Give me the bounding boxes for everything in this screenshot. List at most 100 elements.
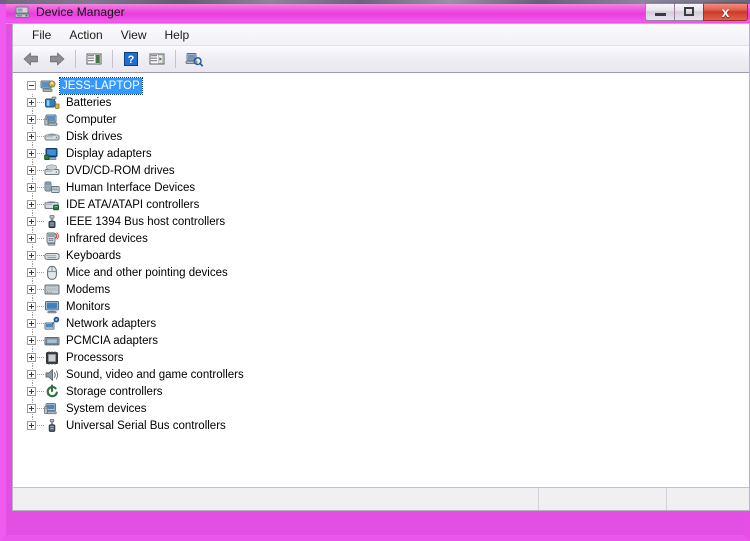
expander-expand-icon[interactable] [27, 251, 36, 260]
expander-collapse-icon[interactable] [27, 81, 36, 90]
forward-button[interactable] [45, 48, 69, 70]
tree-item-label: Modems [66, 283, 111, 296]
minimize-button[interactable] [645, 2, 674, 21]
infrared-icon [46, 231, 59, 246]
expander-expand-icon[interactable] [27, 353, 36, 362]
close-button[interactable]: x [703, 2, 748, 21]
device-tree-panel[interactable]: JESS-LAPTOP Batteries Computer Disk drives D… [13, 72, 749, 487]
tree-item-sound-video-and-game-controllers[interactable]: Sound, video and game controllers [13, 366, 749, 383]
tree-item-label: Disk drives [66, 130, 123, 143]
maximize-icon [684, 7, 694, 16]
expander-expand-icon[interactable] [27, 302, 36, 311]
client-area: File Action View Help ? JESS-LAPTOP Batt… [12, 24, 750, 511]
scan-hardware-button[interactable] [182, 48, 206, 70]
tree-item-label: DVD/CD-ROM drives [66, 164, 175, 177]
maximize-button[interactable] [674, 2, 703, 21]
tree-item-ide-ata-atapi-controllers[interactable]: IDE ATA/ATAPI controllers [13, 196, 749, 213]
expander-expand-icon[interactable] [27, 132, 36, 141]
expander-expand-icon[interactable] [27, 98, 36, 107]
tree-item-dvd-cd-rom-drives[interactable]: DVD/CD-ROM drives [13, 162, 749, 179]
tree-item-universal-serial-bus-controllers[interactable]: Universal Serial Bus controllers [13, 417, 749, 434]
tree-item-disk-drives[interactable]: Disk drives [13, 128, 749, 145]
expander-expand-icon[interactable] [27, 200, 36, 209]
tree-connector-dots [37, 289, 44, 290]
svg-text:?: ? [128, 54, 135, 66]
device-tree: JESS-LAPTOP Batteries Computer Disk drives D… [13, 73, 749, 434]
expander-expand-icon[interactable] [27, 421, 36, 430]
display-adapter-icon [44, 147, 58, 160]
window-title: Device Manager [36, 5, 125, 19]
tree-item-label: Keyboards [66, 249, 121, 262]
tree-item-pcmcia-adapters[interactable]: PCMCIA adapters [13, 332, 749, 349]
properties-icon [86, 53, 102, 65]
expander-expand-icon[interactable] [27, 115, 36, 124]
tree-item-keyboards[interactable]: Keyboards [13, 247, 749, 264]
tree-item-modems[interactable]: Modems [13, 281, 749, 298]
tree-connector-dots [37, 153, 44, 154]
tree-item-label: Network adapters [66, 317, 157, 330]
expander-expand-icon[interactable] [27, 285, 36, 294]
device-manager-icon [14, 6, 30, 18]
menu-view[interactable]: View [112, 26, 156, 44]
tree-connector-dots [37, 323, 44, 324]
tree-item-label: Processors [66, 351, 124, 364]
tree-connector-dots [37, 357, 44, 358]
back-button[interactable] [19, 48, 43, 70]
tree-item-storage-controllers[interactable]: Storage controllers [13, 383, 749, 400]
tree-item-label: IDE ATA/ATAPI controllers [66, 198, 200, 211]
tree-item-processors[interactable]: Processors [13, 349, 749, 366]
help-button[interactable]: ? [119, 48, 143, 70]
tree-connector-dots [37, 170, 44, 171]
expander-expand-icon[interactable] [27, 387, 36, 396]
tree-item-label: PCMCIA adapters [66, 334, 159, 347]
tree-item-label: Human Interface Devices [66, 181, 196, 194]
tree-item-network-adapters[interactable]: Network adapters [13, 315, 749, 332]
expander-expand-icon[interactable] [27, 370, 36, 379]
expander-expand-icon[interactable] [27, 268, 36, 277]
tree-connector-dots [37, 272, 44, 273]
tree-item-label: Storage controllers [66, 385, 163, 398]
battery-icon [45, 96, 60, 109]
close-icon: x [721, 3, 730, 20]
tree-item-infrared-devices[interactable]: Infrared devices [13, 230, 749, 247]
tree-item-label: Universal Serial Bus controllers [66, 419, 226, 432]
properties-button[interactable] [82, 48, 106, 70]
update-driver-button[interactable] [145, 48, 169, 70]
tree-connector-dots [37, 119, 44, 120]
expander-expand-icon[interactable] [27, 149, 36, 158]
status-pane-tertiary [667, 488, 749, 510]
menu-help[interactable]: Help [156, 26, 199, 44]
toolbar-separator-3 [175, 50, 176, 68]
tree-root-node[interactable]: JESS-LAPTOP [13, 76, 749, 95]
tree-connector-dots [37, 238, 44, 239]
processor-icon [46, 350, 58, 365]
expander-expand-icon[interactable] [27, 166, 36, 175]
menu-file[interactable]: File [23, 26, 60, 44]
tree-connector-dots [37, 425, 44, 426]
status-pane-secondary [539, 488, 667, 510]
tree-item-computer[interactable]: Computer [13, 111, 749, 128]
system-device-icon [44, 402, 57, 414]
tree-item-human-interface-devices[interactable]: Human Interface Devices [13, 179, 749, 196]
expander-expand-icon[interactable] [27, 336, 36, 345]
toolbar-separator-2 [112, 50, 113, 68]
tree-connector-dots [37, 221, 44, 222]
tree-connector-dots [37, 306, 44, 307]
menu-action[interactable]: Action [60, 26, 111, 44]
tree-item-monitors[interactable]: Monitors [13, 298, 749, 315]
expander-expand-icon[interactable] [27, 217, 36, 226]
expander-expand-icon[interactable] [27, 404, 36, 413]
tree-item-mice-and-other-pointing-devices[interactable]: Mice and other pointing devices [13, 264, 749, 281]
disk-drive-icon [44, 133, 60, 140]
tree-item-system-devices[interactable]: System devices [13, 400, 749, 417]
pcmcia-icon [44, 336, 60, 345]
expander-expand-icon[interactable] [27, 319, 36, 328]
expander-expand-icon[interactable] [27, 234, 36, 243]
tree-item-ieee-1394-bus-host-controllers[interactable]: IEEE 1394 Bus host controllers [13, 213, 749, 230]
tree-item-label: Sound, video and game controllers [66, 368, 244, 381]
tree-item-display-adapters[interactable]: Display adapters [13, 145, 749, 162]
expander-expand-icon[interactable] [27, 183, 36, 192]
tree-item-batteries[interactable]: Batteries [13, 94, 749, 111]
toolbar: ? [13, 46, 749, 73]
tree-connector-dots [37, 408, 44, 409]
